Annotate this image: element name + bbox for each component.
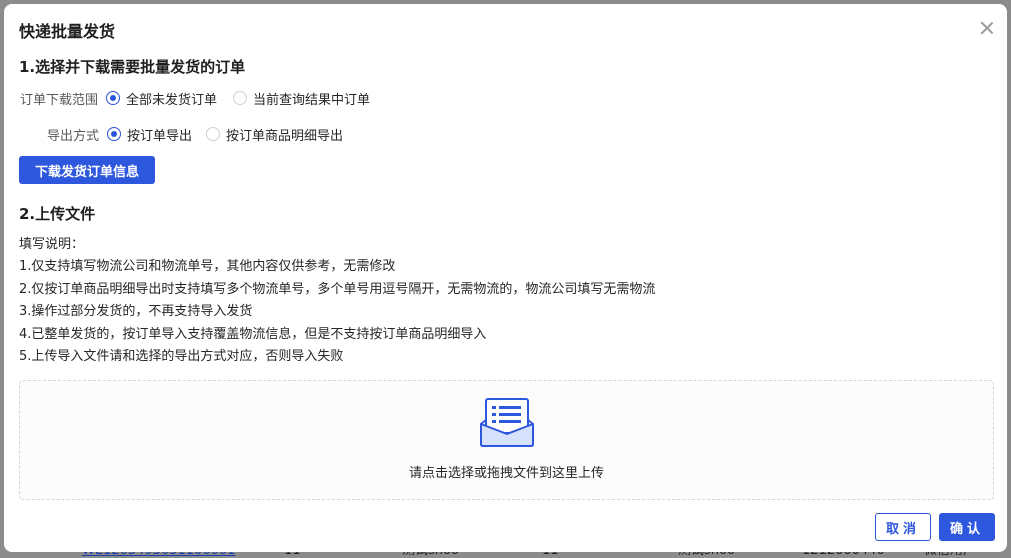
radio-current-results[interactable]: 当前查询结果中订单 — [233, 89, 370, 108]
upload-hint: 请点击选择或拖拽文件到这里上传 — [408, 466, 604, 481]
download-range-row: 订单下载范围 全部未发货订单 当前查询结果中订单 — [20, 88, 384, 108]
radio-checked-icon — [106, 91, 121, 105]
radio-unchecked-icon — [206, 127, 221, 141]
instruction-line: 2.仅按订单商品明细导出时支持填写多个物流单号，多个单号用逗号隔开，无需物流的，… — [19, 281, 656, 297]
modal-title: 快递批量发货 — [19, 22, 116, 41]
instruction-line: 填写说明： — [19, 237, 85, 252]
section-title-download: 1.选择并下载需要批量发货的订单 — [19, 58, 246, 76]
export-mode-label: 导出方式 — [47, 128, 100, 144]
instructions: 填写说明： 1.仅支持填写物流公司和物流单号，其他内容仅供参考，无需修改 2.仅… — [19, 234, 655, 368]
batch-ship-modal: 快递批量发货 1.选择并下载需要批量发货的订单 订单下载范围 全部未发货订单 当… — [4, 4, 1007, 552]
section-title-upload: 2.上传文件 — [19, 205, 96, 223]
download-orders-button[interactable]: 下载发货订单信息 — [19, 156, 155, 184]
instruction-line: 5.上传导入文件请和选择的导出方式对应，否则导入失败 — [19, 349, 344, 365]
radio-export-by-item[interactable]: 按订单商品明细导出 — [206, 125, 343, 144]
instruction-line: 4.已整单发货的，按订单导入支持覆盖物流信息，但是不支持按订单商品明细导入 — [19, 326, 487, 342]
radio-label: 当前查询结果中订单 — [253, 92, 371, 108]
radio-export-by-order[interactable]: 按订单导出 — [107, 125, 192, 144]
cancel-button[interactable]: 取消 — [875, 513, 931, 541]
radio-all-unshipped[interactable]: 全部未发货订单 — [106, 89, 217, 108]
radio-label: 按订单商品明细导出 — [226, 128, 344, 144]
radio-unchecked-icon — [233, 91, 248, 105]
close-icon[interactable] — [979, 20, 995, 36]
export-mode-row: 导出方式 按订单导出 按订单商品明细导出 — [47, 124, 357, 144]
radio-label: 全部未发货订单 — [126, 92, 218, 108]
inbox-envelope-icon — [480, 398, 534, 447]
instruction-line: 3.操作过部分发货的，不再支持导入发货 — [19, 304, 253, 320]
upload-dropzone[interactable]: 请点击选择或拖拽文件到这里上传 — [19, 380, 994, 500]
instruction-line: 1.仅支持填写物流公司和物流单号，其他内容仅供参考，无需修改 — [19, 259, 396, 275]
confirm-button[interactable]: 确认 — [939, 513, 995, 541]
radio-label: 按订单导出 — [127, 128, 193, 144]
download-range-label: 订单下载范围 — [20, 92, 99, 108]
radio-checked-icon — [107, 127, 122, 141]
